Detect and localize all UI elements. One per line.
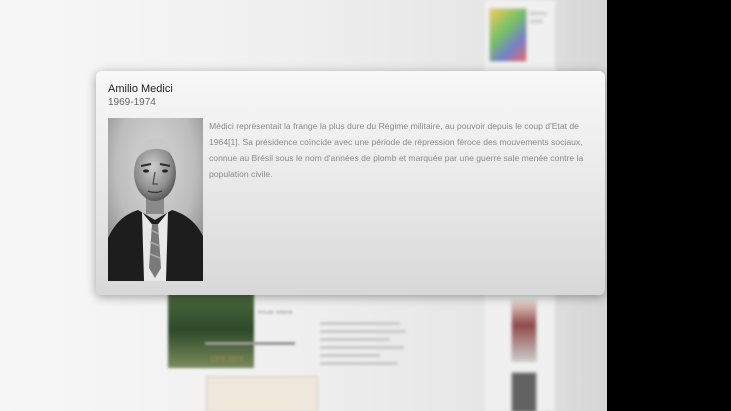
background-heading-line xyxy=(205,342,295,345)
background-caption: Route sillière xyxy=(258,310,293,316)
background-photo-thumbnail xyxy=(511,300,537,362)
background-photo-thumbnail-2 xyxy=(511,372,537,411)
background-text-block xyxy=(320,322,410,365)
term-years: 1969-1974 xyxy=(108,97,156,108)
black-side-bar xyxy=(607,0,731,411)
background-tile xyxy=(206,376,318,411)
person-description: Médici représentait la frange la plus du… xyxy=(209,121,584,179)
person-name: Amilio Medici xyxy=(108,83,173,95)
portrait-photo xyxy=(108,118,203,281)
background-map-thumbnail xyxy=(489,8,527,62)
person-popup-card[interactable]: Amilio Medici 1969-1974 Médici représent… xyxy=(96,71,605,295)
background-heading: 1973 1974 xyxy=(210,356,244,363)
timeline-viewport: Route sillière 1973 1974 Amilio Medici 1… xyxy=(0,0,607,411)
